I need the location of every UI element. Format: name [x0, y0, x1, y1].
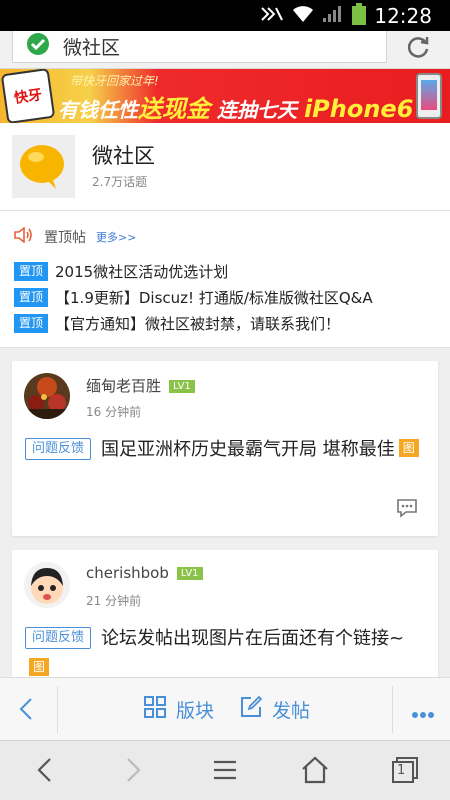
- battery-icon: [352, 2, 367, 29]
- more-dots-icon[interactable]: [412, 704, 434, 723]
- image-badge: 图: [29, 658, 50, 676]
- pinned-item-title: 【官方通知】微社区被封禁，请联系我们！: [55, 314, 341, 333]
- no-sim-icon: [260, 6, 284, 26]
- post-card[interactable]: cherishbob LV1 21 分钟前 问题反馈 论坛发帖出现图片在后面还有个链…: [12, 550, 438, 690]
- url-text: 微社区: [63, 37, 121, 59]
- pinned-tag: 置顶: [14, 313, 49, 333]
- phone-image: [416, 73, 442, 119]
- tabs-icon[interactable]: 1: [390, 755, 420, 789]
- edit-icon: [240, 695, 263, 723]
- comment-icon[interactable]: [396, 498, 418, 522]
- avatar[interactable]: [24, 562, 70, 608]
- banner-top-text: 带快牙回家过年!: [70, 74, 159, 88]
- status-bar: 12:28: [0, 0, 450, 31]
- browser-forward-icon[interactable]: [122, 755, 144, 789]
- browser-nav-bar: 1: [0, 740, 450, 800]
- banner-main-text: 有钱任性送现金 连抽七天 iPhone6: [58, 89, 413, 123]
- sections-label: 版块: [176, 700, 215, 722]
- post-title-text: 国足亚洲杯历史最霸气开局 堪称最佳: [101, 439, 395, 460]
- username[interactable]: 缅甸老百胜 LV1: [86, 375, 195, 396]
- banner-highlight: 送现金: [138, 95, 210, 123]
- username-text: cherishbob: [86, 564, 169, 582]
- pinned-tag: 置顶: [14, 261, 49, 281]
- pinned-tag: 置顶: [14, 287, 49, 307]
- speaker-icon: [14, 226, 34, 247]
- forum-logo: [12, 135, 75, 198]
- grid-icon: [144, 696, 166, 723]
- post-time: 21 分钟前: [86, 594, 142, 608]
- reload-icon[interactable]: [404, 33, 432, 65]
- avatar[interactable]: [24, 373, 70, 419]
- url-field[interactable]: 微社区: [12, 31, 387, 63]
- pinned-item[interactable]: 置顶 【1.9更新】Discuz! 打通版/标准版微社区Q&A: [14, 284, 373, 310]
- wifi-icon: [292, 5, 314, 27]
- banner-product: iPhone6: [303, 95, 414, 123]
- pinned-list: 置顶 2015微社区活动优选计划 置顶 【1.9更新】Discuz! 打通版/标…: [14, 258, 373, 336]
- category-tag[interactable]: 问题反馈: [25, 627, 92, 649]
- clock: 12:28: [374, 3, 432, 28]
- post-time: 16 分钟前: [86, 405, 142, 419]
- new-post-button[interactable]: 发帖: [240, 695, 311, 723]
- new-post-label: 发帖: [272, 700, 311, 722]
- post-title-text: 论坛发帖出现图片在后面还有个链接~: [101, 628, 405, 649]
- browser-back-icon[interactable]: [34, 755, 56, 789]
- sections-button[interactable]: 版块: [144, 696, 214, 723]
- signal-icon: [322, 5, 344, 27]
- level-badge: LV1: [176, 567, 203, 580]
- level-badge: LV1: [169, 380, 195, 393]
- pinned-section: 置顶帖 更多>> 置顶 2015微社区活动优选计划 置顶 【1.9更新】Disc…: [0, 211, 450, 348]
- forum-title: 微社区: [92, 144, 155, 168]
- secure-check-icon: [27, 33, 49, 60]
- divider: [57, 686, 58, 733]
- banner-logo: 快牙: [0, 69, 56, 123]
- post-title[interactable]: 问题反馈 论坛发帖出现图片在后面还有个链接~ 图: [25, 624, 425, 684]
- back-arrow-icon[interactable]: [16, 696, 36, 726]
- post-card[interactable]: 缅甸老百胜 LV1 16 分钟前 问题反馈 国足亚洲杯历史最霸气开局 堪称最佳图: [12, 361, 438, 536]
- promo-banner[interactable]: 快牙 带快牙回家过年! 有钱任性送现金 连抽七天 iPhone6: [0, 69, 450, 123]
- pinned-more-link[interactable]: 更多>>: [96, 229, 136, 245]
- banner-suffix: 连抽七天: [216, 98, 297, 122]
- banner-prefix: 有钱任性: [58, 98, 138, 122]
- username[interactable]: cherishbob LV1: [86, 564, 203, 582]
- topic-count: 2.7万话题: [92, 175, 148, 189]
- image-badge: 图: [398, 439, 419, 457]
- menu-icon[interactable]: [212, 755, 238, 789]
- pinned-item[interactable]: 置顶 【官方通知】微社区被封禁，请联系我们！: [14, 310, 373, 336]
- category-tag[interactable]: 问题反馈: [25, 438, 92, 460]
- browser-address-bar: 微社区: [0, 31, 450, 69]
- pinned-item[interactable]: 置顶 2015微社区活动优选计划: [14, 258, 373, 284]
- pinned-header: 置顶帖 更多>>: [14, 226, 136, 247]
- divider: [392, 686, 393, 733]
- pinned-item-title: 【1.9更新】Discuz! 打通版/标准版微社区Q&A: [55, 288, 373, 307]
- app-bottom-bar: 版块 发帖: [0, 677, 450, 740]
- forum-header: 微社区 2.7万话题: [0, 123, 450, 211]
- pinned-item-title: 2015微社区活动优选计划: [55, 262, 229, 281]
- tab-count: 1: [397, 763, 406, 778]
- post-title[interactable]: 问题反馈 国足亚洲杯历史最霸气开局 堪称最佳图: [25, 435, 425, 465]
- username-text: 缅甸老百胜: [86, 377, 162, 395]
- pinned-label: 置顶帖: [44, 230, 86, 246]
- home-icon[interactable]: [300, 755, 330, 789]
